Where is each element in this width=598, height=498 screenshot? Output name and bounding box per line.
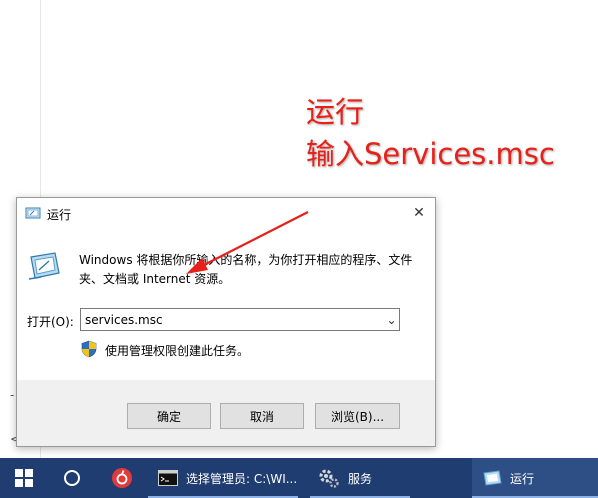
background-dash: - — [10, 388, 15, 402]
taskbar-services-window[interactable]: 服务 — [310, 458, 410, 498]
taskbar-netease-music[interactable] — [98, 458, 146, 498]
dialog-title: 运行 — [47, 208, 72, 222]
run-icon — [25, 207, 41, 219]
services-gear-icon — [319, 469, 339, 488]
taskbar: 选择管理员: C:\WI... 服务 运行 — [0, 458, 598, 498]
run-taskbar-icon — [483, 470, 502, 486]
annotation-title: 运行 — [306, 95, 365, 129]
start-button[interactable] — [0, 458, 48, 498]
chevron-down-icon: ⌄ — [386, 312, 397, 327]
open-input[interactable] — [80, 308, 400, 331]
netease-music-icon — [112, 468, 132, 488]
close-button[interactable]: ✕ — [403, 198, 435, 228]
admin-privilege-text: 使用管理权限创建此任务。 — [105, 344, 250, 358]
dialog-description: Windows 将根据你所输入的名称，为你打开相应的程序、文件夹、文档或 Int… — [79, 253, 413, 286]
windows-logo-icon — [15, 469, 33, 487]
title-bar[interactable]: 运行 ✕ — [17, 198, 435, 229]
cmd-console-icon — [158, 470, 178, 486]
cortana-circle-icon — [64, 470, 80, 486]
taskbar-run-label: 运行 — [510, 471, 535, 486]
taskbar-cmd-window[interactable]: 选择管理员: C:\WI... — [148, 458, 298, 498]
close-icon: ✕ — [413, 205, 425, 221]
taskbar-services-label: 服务 — [348, 471, 373, 486]
uac-shield-icon — [81, 340, 97, 358]
cancel-button[interactable]: 取消 — [220, 403, 304, 429]
run-large-icon — [28, 252, 60, 280]
browse-button[interactable]: 浏览(B)... — [315, 403, 400, 429]
run-dialog: 运行 ✕ Windows 将根据你所输入的名称，为你打开相应的程序、文件夹、文档… — [16, 197, 436, 447]
ok-button[interactable]: 确定 — [127, 403, 211, 429]
taskbar-run-window[interactable]: 运行 — [472, 458, 598, 498]
dialog-content: Windows 将根据你所输入的名称，为你打开相应的程序、文件夹、文档或 Int… — [17, 229, 435, 380]
open-label: 打开(O): — [27, 315, 74, 329]
annotation-instruction: 输入Services.msc — [306, 137, 555, 171]
dropdown-button[interactable]: ⌄ — [384, 309, 399, 330]
cortana-button[interactable] — [48, 458, 96, 498]
taskbar-cmd-label: 选择管理员: C:\WI... — [186, 471, 298, 486]
